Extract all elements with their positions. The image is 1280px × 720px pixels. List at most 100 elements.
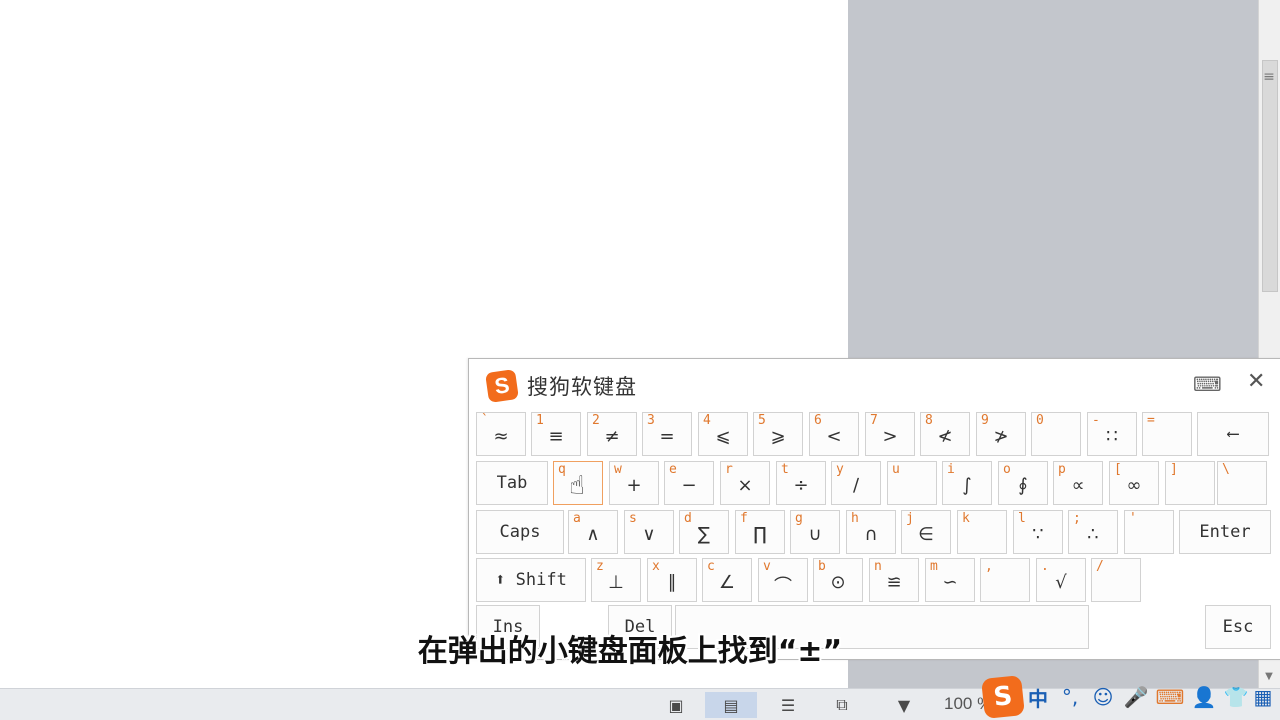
key-c[interactable]: c ∠ <box>702 558 752 602</box>
key-w[interactable]: w + <box>609 461 659 505</box>
key-h[interactable]: h ∩ <box>846 510 896 554</box>
key-caps[interactable]: Caps <box>476 510 564 554</box>
key-shift[interactable]: ⬆ Shift <box>476 558 586 602</box>
key-e[interactable]: e − <box>664 461 714 505</box>
key-s[interactable]: s ∨ <box>624 510 674 554</box>
close-icon[interactable]: ✕ <box>1247 369 1265 394</box>
key-main-char: u <box>892 462 900 477</box>
key-7[interactable]: 7 > <box>865 412 915 456</box>
key-tab[interactable]: Tab <box>476 461 548 505</box>
key-p[interactable]: p ∝ <box>1053 461 1103 505</box>
key-main-char: , <box>985 559 993 574</box>
user-icon[interactable]: 👤 <box>1189 682 1219 712</box>
key-t[interactable]: t ÷ <box>776 461 826 505</box>
scrollbar-thumb[interactable] <box>1262 60 1278 292</box>
soft-keyboard-icon[interactable]: ⌨ <box>1153 682 1187 712</box>
key-l[interactable]: l ∵ <box>1013 510 1063 554</box>
key-d[interactable]: d ∑ <box>679 510 729 554</box>
key--[interactable]: - ∷ <box>1087 412 1137 456</box>
key-[[interactable]: [∞ <box>1109 461 1159 505</box>
emoji-icon[interactable]: ☺ <box>1087 682 1119 712</box>
keyboard-icon[interactable]: ⌨ <box>1193 372 1222 396</box>
soft-keyboard-panel[interactable]: S 搜狗软键盘 ⌨ ✕ ` ≈1 ≡ 2 ≠ 3 = 4 ⩽ 5 ⩾ 6 <7 >8 ≮ 9 ≯ 0 - ∷ = ⟵ Tab… <box>468 358 1280 660</box>
key-symbol: ∈ <box>918 524 934 545</box>
key-symbol: ∪ <box>808 524 822 545</box>
key-i[interactable]: i ∫ <box>942 461 992 505</box>
key-x[interactable]: x ∥ <box>647 558 697 602</box>
key-symbol: > <box>882 426 898 447</box>
key-=[interactable]: = <box>1142 412 1192 456</box>
key-;[interactable]: ; ∴ <box>1068 510 1118 554</box>
key-'[interactable]: ' <box>1124 510 1174 554</box>
toolbox-icon[interactable]: ▦ <box>1253 682 1273 712</box>
key-0[interactable]: 0 <box>1031 412 1081 456</box>
key-symbol: < <box>826 426 842 447</box>
key-4[interactable]: 4 ⩽ <box>698 412 748 456</box>
key-k[interactable]: k <box>957 510 1007 554</box>
key-label: ⟵ <box>1227 424 1239 444</box>
key-8[interactable]: 8 ≮ <box>920 412 970 456</box>
web-view-icon[interactable]: ⧉ <box>830 692 854 718</box>
key-b[interactable]: b ⊙ <box>813 558 863 602</box>
key-symbol: × <box>737 475 753 496</box>
key-r[interactable]: r × <box>720 461 770 505</box>
key-o[interactable]: o ∮ <box>998 461 1048 505</box>
outline-view-icon[interactable]: ☰ <box>776 692 800 718</box>
key-backspace[interactable]: ⟵ <box>1197 412 1269 456</box>
page-view-icon[interactable]: ▤ <box>705 692 757 718</box>
key-symbol: ÷ <box>793 475 809 496</box>
key-symbol: ∑ <box>697 524 711 545</box>
key-label: Enter <box>1199 522 1251 542</box>
skin-icon[interactable]: 👕 <box>1221 682 1251 712</box>
key-a[interactable]: a ∧ <box>568 510 618 554</box>
key-symbol: ∠ <box>718 572 736 593</box>
key-symbol: ⊙ <box>830 572 846 593</box>
key-`[interactable]: ` ≈ <box>476 412 526 456</box>
key-z[interactable]: z ⊥ <box>591 558 641 602</box>
key-symbol: ≮ <box>937 426 953 447</box>
key-symbol: ∴ <box>1087 524 1099 545</box>
ime-punctuation[interactable]: °, <box>1055 682 1085 712</box>
key-9[interactable]: 9 ≯ <box>976 412 1026 456</box>
key-symbol: ∩ <box>864 524 878 545</box>
hand-cursor-icon: ☝ <box>569 471 585 501</box>
key-symbol: ∽ <box>942 572 958 593</box>
key-main-char: 0 <box>1036 413 1044 428</box>
key-/[interactable]: / <box>1091 558 1141 602</box>
reading-mode-icon[interactable]: ▼ <box>884 692 924 718</box>
key-m[interactable]: m ∽ <box>925 558 975 602</box>
key-1[interactable]: 1 ≡ <box>531 412 581 456</box>
ime-mode[interactable]: 中 <box>1023 682 1053 712</box>
key-symbol: ≌ <box>886 572 902 593</box>
key-symbol: ⌒ <box>774 576 792 597</box>
key-j[interactable]: j ∈ <box>901 510 951 554</box>
key-5[interactable]: 5 ⩾ <box>753 412 803 456</box>
key-v[interactable]: v ⌒ <box>758 558 808 602</box>
key-f[interactable]: f ∏ <box>735 510 785 554</box>
scrollbar-grip-icon: ≡ <box>1263 69 1275 85</box>
key-enter[interactable]: Enter <box>1179 510 1271 554</box>
key-main-char: k <box>962 511 970 526</box>
key-6[interactable]: 6 < <box>809 412 859 456</box>
key-symbol: ⩾ <box>770 426 786 447</box>
key-symbol: ≠ <box>604 426 620 447</box>
key-3[interactable]: 3 = <box>642 412 692 456</box>
key-\[interactable]: \ <box>1217 461 1267 505</box>
key-symbol: ∷ <box>1106 426 1118 447</box>
key-][interactable]: ] <box>1165 461 1215 505</box>
ime-logo-icon[interactable]: S <box>981 675 1025 719</box>
keyboard-title: 搜狗软键盘 <box>527 375 637 399</box>
microphone-icon[interactable]: 🎤 <box>1121 682 1151 712</box>
key-symbol: √ <box>1055 572 1067 593</box>
key-u[interactable]: u <box>887 461 937 505</box>
key-,[interactable]: , <box>980 558 1030 602</box>
fullscreen-icon[interactable]: ▣ <box>664 692 688 718</box>
key-n[interactable]: n ≌ <box>869 558 919 602</box>
key-2[interactable]: 2 ≠ <box>587 412 637 456</box>
key-symbol: ∮ <box>1018 475 1028 496</box>
key-g[interactable]: g ∪ <box>790 510 840 554</box>
key-.[interactable]: . √ <box>1036 558 1086 602</box>
key-symbol: ∝ <box>1071 475 1085 496</box>
key-y[interactable]: y ∕ <box>831 461 881 505</box>
key-symbol: ∞ <box>1126 475 1142 496</box>
